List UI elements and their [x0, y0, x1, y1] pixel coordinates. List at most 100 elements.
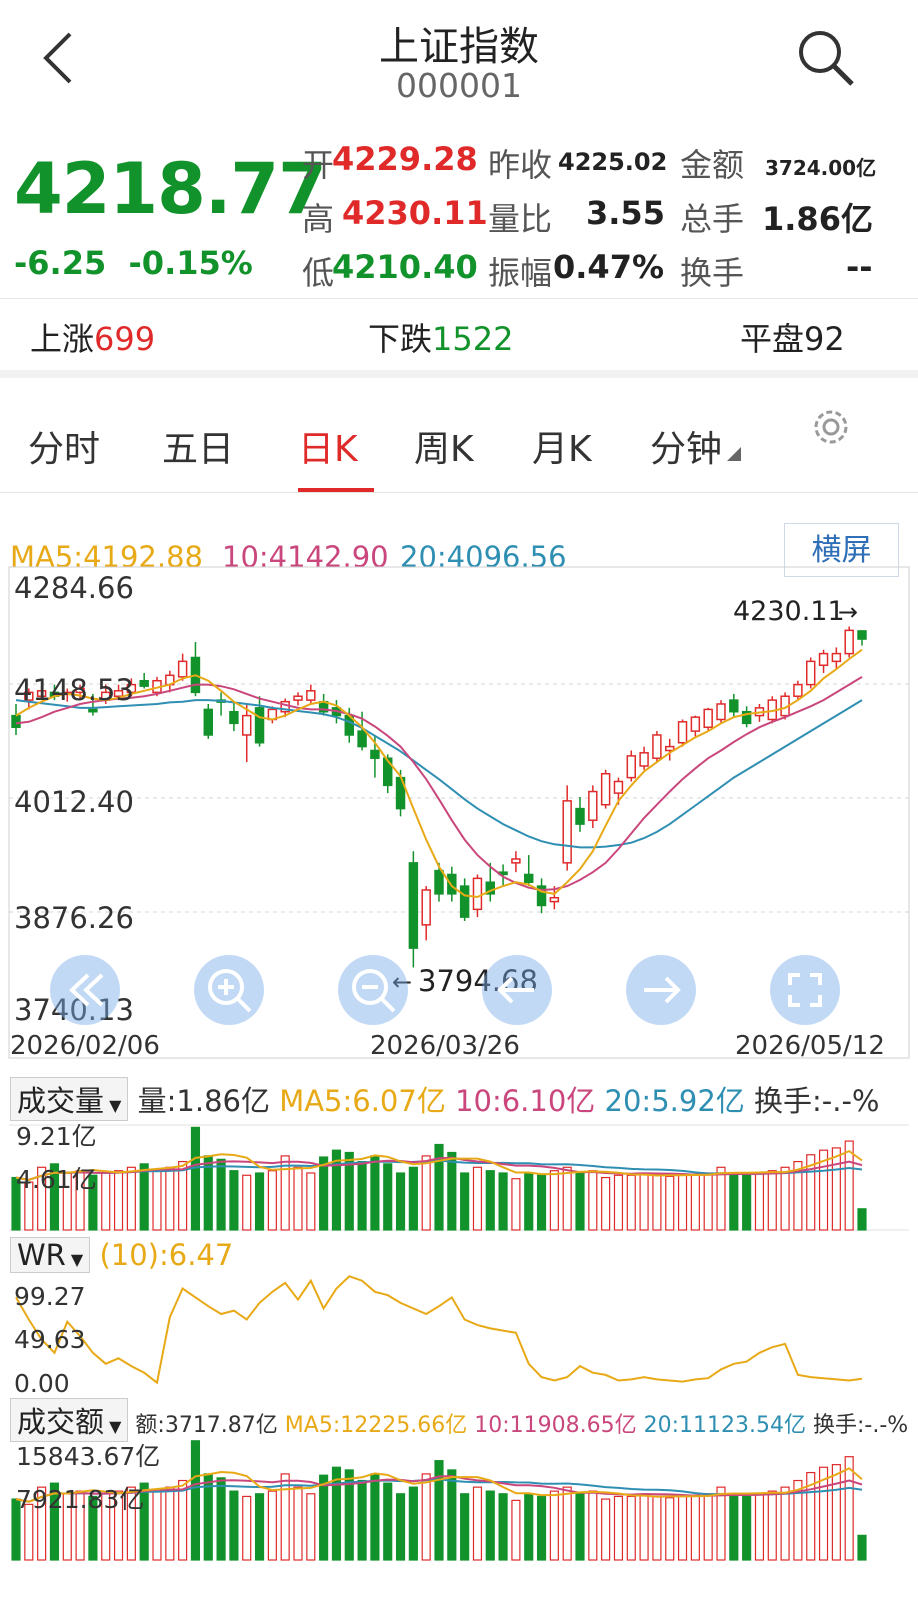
volume-bar	[254, 1172, 265, 1231]
amount-bar	[767, 1490, 777, 1561]
volume-bar	[703, 1172, 713, 1231]
candle	[562, 800, 572, 864]
date-label: 2026/05/12	[735, 1031, 885, 1061]
amount-bar	[216, 1477, 226, 1561]
ma20-line	[15, 699, 863, 849]
scroll-left-fast-button[interactable]	[50, 955, 120, 1025]
volume-bar	[216, 1158, 226, 1231]
amount-value: 额:3717.87亿	[135, 1413, 278, 1438]
tab-intraday[interactable]: 分时	[28, 420, 100, 472]
candle	[690, 716, 701, 732]
price-tick: 4148.53	[14, 673, 134, 707]
amount-bar	[190, 1440, 201, 1561]
zoom-out-icon	[352, 969, 396, 1013]
volume-bar	[190, 1126, 201, 1231]
amount-bar	[447, 1469, 457, 1561]
candle	[831, 652, 842, 663]
amount-bar	[575, 1493, 585, 1561]
amount-bar	[703, 1493, 713, 1561]
candle	[293, 695, 303, 701]
amount-bar	[293, 1486, 303, 1561]
volume-bar	[613, 1174, 624, 1231]
double-chevron-left-icon	[69, 973, 104, 1007]
wr-indicator-select[interactable]: WR ▼	[10, 1237, 91, 1273]
fullscreen-button[interactable]	[770, 955, 840, 1025]
candle	[177, 660, 188, 678]
date-label: 2026/03/26	[370, 1031, 520, 1061]
amount-bar	[652, 1495, 662, 1561]
volume-bar	[408, 1166, 418, 1231]
volume-indicator-select[interactable]: 成交量 ▼	[10, 1077, 129, 1121]
candle	[793, 683, 803, 697]
date-label: 2026/02/06	[10, 1031, 160, 1061]
change-value: -6.25	[14, 244, 107, 282]
price-change: -6.25 -0.15%	[14, 244, 253, 282]
zoom-in-button[interactable]	[194, 955, 264, 1025]
dropdown-triangle-icon: ▼	[65, 1250, 84, 1269]
search-icon	[799, 31, 854, 86]
amount-bar	[498, 1493, 508, 1561]
volume-bar	[677, 1174, 688, 1231]
amount-bar	[511, 1499, 521, 1561]
volume-bar	[242, 1174, 252, 1231]
decliners-count: 1522	[432, 320, 514, 358]
volume-selector-label: 成交量	[17, 1084, 105, 1118]
prev-close-value: 4225.02	[558, 148, 668, 176]
amount-bar	[421, 1473, 431, 1561]
amount-bar	[857, 1534, 867, 1561]
chart-settings-button[interactable]	[808, 404, 854, 450]
volume-value: 量:1.86亿	[137, 1084, 270, 1118]
zoom-out-button[interactable]	[338, 955, 408, 1025]
amount-bar	[780, 1486, 790, 1561]
unchanged: 平盘92	[740, 314, 845, 360]
amount-bar	[254, 1493, 265, 1561]
scroll-left-button[interactable]	[482, 955, 552, 1025]
high-marker-arrow: →	[838, 598, 858, 626]
candle	[511, 858, 521, 864]
volume-bar	[267, 1170, 277, 1231]
amount-bar	[178, 1479, 188, 1561]
volume-tick: 4.61亿	[16, 1165, 97, 1194]
volume-bar	[857, 1208, 867, 1231]
tab-weekly-k[interactable]: 周K	[414, 420, 474, 472]
decliners: 下跌1522	[368, 314, 513, 360]
candle	[242, 714, 252, 736]
tab-monthly-k[interactable]: 月K	[532, 420, 592, 472]
high-marker-label: 4230.11	[733, 596, 845, 627]
scroll-right-button[interactable]	[626, 955, 696, 1025]
prev-close-label: 昨收	[488, 146, 553, 184]
search-button[interactable]	[796, 28, 856, 88]
volume-bar	[498, 1172, 508, 1231]
amount-bar	[844, 1456, 854, 1561]
candle	[588, 790, 598, 821]
candle	[421, 889, 431, 926]
volume-bar	[588, 1170, 598, 1231]
turnover-value: --	[846, 248, 873, 286]
volume-bar	[229, 1170, 239, 1231]
amount-bar	[319, 1474, 329, 1561]
volume-bar	[575, 1172, 585, 1231]
amount-indicator-select[interactable]: 成交额 ▼	[10, 1398, 129, 1442]
current-price: 4218.77	[14, 148, 327, 230]
amount-bar	[639, 1494, 649, 1561]
tab-daily-k[interactable]: 日K	[298, 420, 358, 472]
amount-bar	[716, 1486, 726, 1561]
candle	[254, 707, 265, 744]
amount-bar	[357, 1479, 367, 1561]
candle	[729, 699, 739, 713]
amount-bar	[152, 1489, 162, 1561]
volume-bar	[383, 1163, 393, 1231]
open-label: 开	[302, 146, 335, 184]
tab-minute[interactable]: 分钟	[650, 420, 742, 472]
volume-bar	[280, 1155, 290, 1231]
volume-tick: 9.21亿	[16, 1122, 97, 1151]
volume-bar	[447, 1151, 457, 1231]
turnover-label: 换手	[680, 254, 745, 292]
tab-five-day[interactable]: 五日	[162, 420, 234, 472]
price-tick: 4012.40	[14, 785, 134, 819]
tab-minute-label: 分钟	[650, 429, 723, 470]
section-gap	[0, 370, 918, 378]
amount-value: 3724.00亿	[765, 156, 877, 180]
volume-bar	[652, 1174, 662, 1231]
amount-bar	[562, 1486, 572, 1561]
